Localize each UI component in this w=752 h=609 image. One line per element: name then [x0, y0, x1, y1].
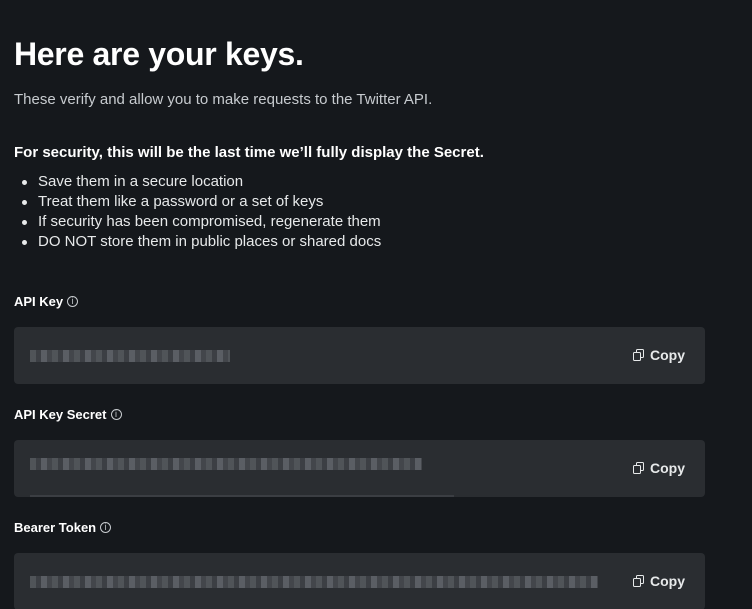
list-item: If security has been compromised, regene…: [14, 212, 381, 232]
bearer-token-label: Bearer Token i: [14, 520, 112, 535]
info-icon[interactable]: i: [100, 522, 112, 533]
page-title: Here are your keys.: [14, 36, 304, 72]
keys-page: Here are your keys. These verify and all…: [0, 0, 752, 609]
info-icon[interactable]: i: [110, 409, 122, 420]
copy-bearer-token-button[interactable]: Copy: [633, 573, 685, 589]
api-key-secret-label: API Key Secret i: [14, 407, 122, 422]
page-subtitle: These verify and allow you to make reque…: [14, 91, 433, 108]
copy-icon: [633, 349, 645, 361]
list-item: Save them in a secure location: [14, 172, 381, 192]
redacted-api-key-secret-value: [30, 458, 422, 470]
info-icon[interactable]: i: [67, 296, 79, 307]
security-heading: For security, this will be the last time…: [14, 144, 484, 161]
redacted-api-key-value: [30, 350, 230, 362]
copy-api-key-button[interactable]: Copy: [633, 347, 685, 363]
list-item: DO NOT store them in public places or sh…: [14, 232, 381, 252]
api-key-secret-field: Copy: [14, 440, 705, 497]
api-key-field: Copy: [14, 327, 705, 384]
bearer-token-field: Copy: [14, 553, 705, 609]
redacted-bearer-token-value: [30, 576, 598, 588]
api-key-label-text: API Key: [14, 294, 64, 309]
security-bullet-list: Save them in a secure location Treat the…: [14, 172, 381, 252]
list-item: Treat them like a password or a set of k…: [14, 192, 381, 212]
copy-icon: [633, 462, 645, 474]
redacted-api-key-secret-overflow: [30, 495, 454, 497]
copy-api-key-secret-button[interactable]: Copy: [633, 460, 685, 476]
copy-icon: [633, 575, 645, 587]
api-key-label: API Key i: [14, 294, 79, 309]
copy-button-label: Copy: [650, 573, 685, 589]
copy-button-label: Copy: [650, 347, 685, 363]
copy-button-label: Copy: [650, 460, 685, 476]
bearer-token-label-text: Bearer Token: [14, 520, 97, 535]
api-key-secret-label-text: API Key Secret: [14, 407, 107, 422]
